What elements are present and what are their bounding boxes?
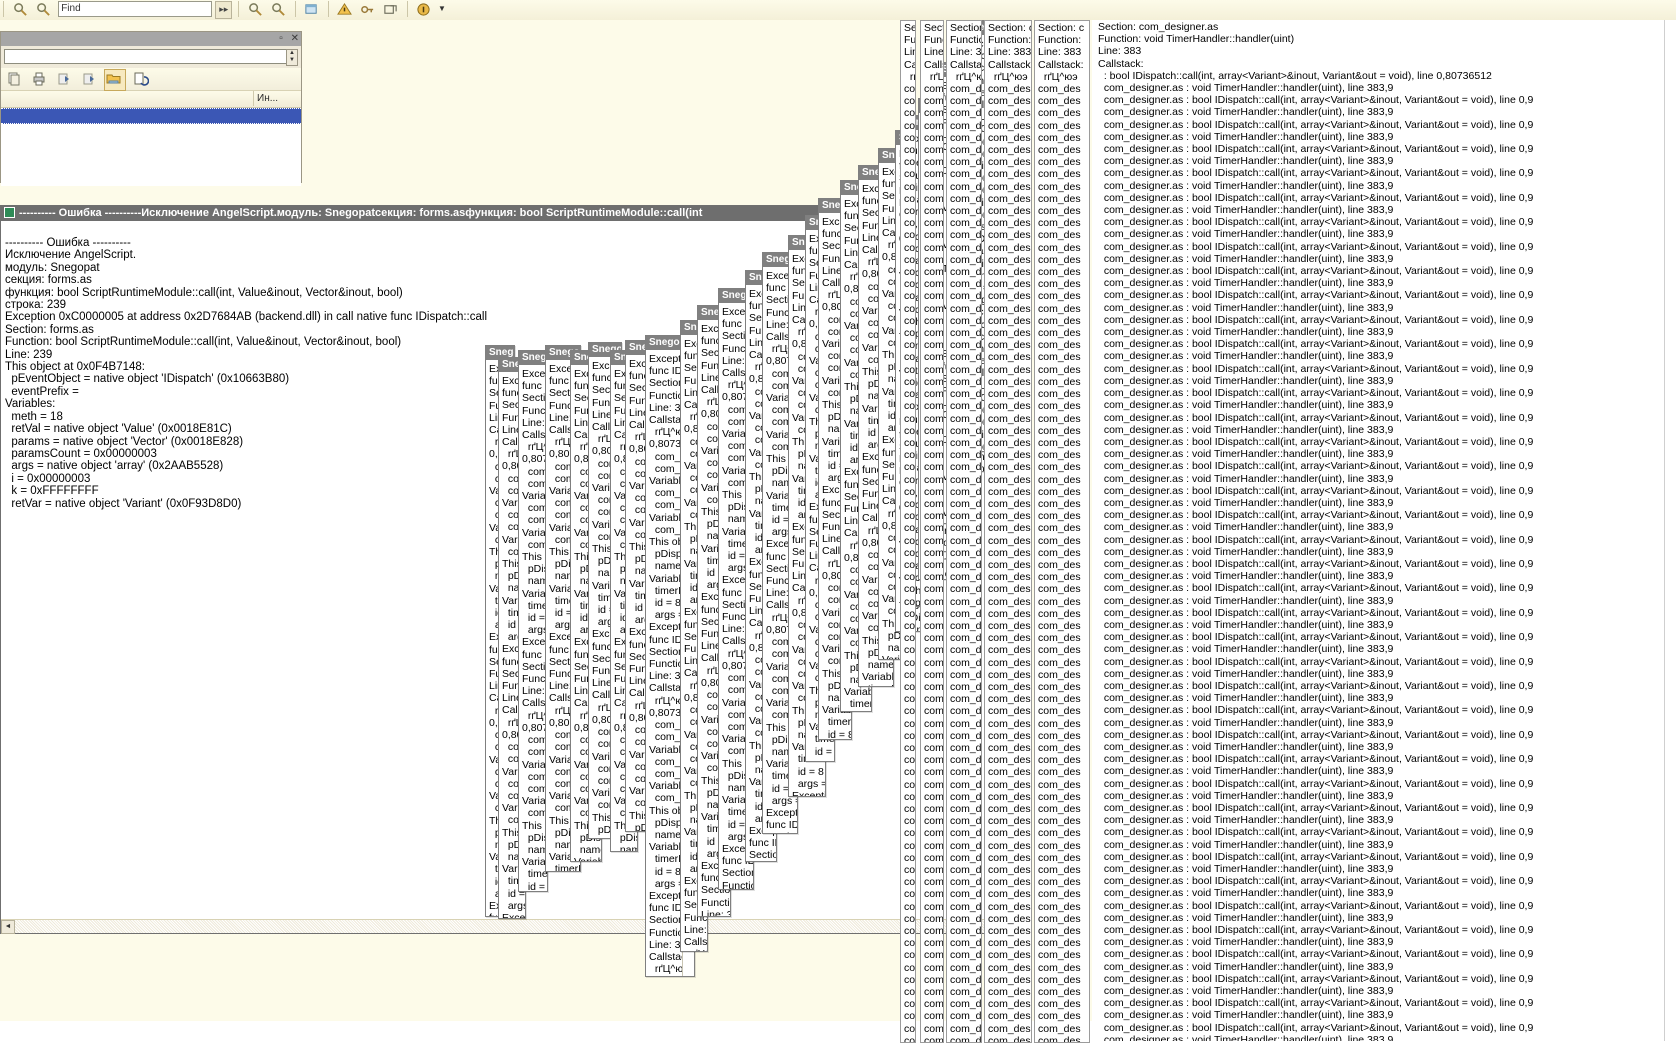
restore-icon[interactable]: ▫ <box>279 33 283 44</box>
toolbar-separator <box>3 1 4 17</box>
column-header-2[interactable]: Ин... <box>254 91 301 106</box>
mdi-titlebar[interactable]: ▫ ✕ <box>1 32 301 46</box>
scroll-left-icon[interactable]: ◄ <box>1 920 15 934</box>
spinner-stepper[interactable]: ▲ ▼ <box>286 49 298 66</box>
info-icon[interactable] <box>415 1 433 18</box>
callstack-pane[interactable]: Section: c Function: Line: 383 Callstack… <box>900 20 916 1043</box>
error-dialog-horizontal-scrollbar[interactable]: ◄ <box>1 919 1029 934</box>
mdi-child-window[interactable]: ▫ ✕ ▲ ▼ Ин... <box>0 31 302 186</box>
callstack-text[interactable]: Section: c Function: Line: 383 Callstack… <box>921 21 943 1042</box>
mdi-toolbar <box>1 68 301 91</box>
snegopat-window-text[interactable]: Exception 0xC0000005 at address 0x2D7684… <box>519 365 547 891</box>
callstack-text[interactable]: Section: c Function: Line: 383 Callstack… <box>1035 21 1089 1042</box>
search-input[interactable]: Find <box>58 1 213 17</box>
find-next-icon[interactable] <box>34 1 52 18</box>
open-external-icon[interactable] <box>382 1 400 18</box>
callstack-text[interactable]: Section: c Function: Line: 383 Callstack… <box>901 21 915 1042</box>
list-selected-row[interactable] <box>1 108 301 124</box>
callstack-text-main[interactable]: Section: com_designer.as Function: void … <box>1092 20 1676 1041</box>
callstack-text[interactable]: Section: c Function: Line: 383 Callstack… <box>947 21 981 1042</box>
callstack-text[interactable]: Section: c Function: Line: 383 Callstack… <box>985 21 1031 1042</box>
callstack-pane[interactable]: Section: c Function: Line: 383 Callstack… <box>1034 20 1090 1043</box>
zoom-in-icon[interactable] <box>269 1 287 18</box>
address-field[interactable] <box>4 49 298 64</box>
find-icon[interactable] <box>11 1 29 18</box>
toolbar-separator <box>406 1 408 17</box>
toolbar-separator <box>238 1 240 17</box>
application-toolbar: Find ▸▸ ▼ <box>0 0 1676 21</box>
print-icon[interactable] <box>29 69 49 89</box>
copy-icon[interactable] <box>4 69 24 89</box>
snegopat-window-title[interactable]: Snegopat <box>519 351 547 365</box>
window-icon[interactable] <box>303 1 321 18</box>
snegopat-error-window[interactable]: SnegopatException 0xC0000005 at address … <box>518 350 548 892</box>
zoom-out-icon[interactable] <box>246 1 264 18</box>
key-icon[interactable] <box>359 1 377 18</box>
callstack-pane[interactable]: Section: c Function: Line: 383 Callstack… <box>920 20 944 1043</box>
export-prev-icon[interactable] <box>54 69 74 89</box>
callstack-pane[interactable]: Section: c Function: Line: 383 Callstack… <box>946 20 982 1043</box>
export-next-icon[interactable] <box>79 69 99 89</box>
toolbar-separator <box>327 1 329 17</box>
search-go-icon[interactable]: ▸▸ <box>215 1 233 19</box>
column-header-1[interactable] <box>1 91 254 106</box>
dropdown-caret-icon[interactable]: ▼ <box>437 1 447 17</box>
refresh-list-icon[interactable] <box>131 69 151 89</box>
error-dialog-title: ---------- Ошибка ----------Исключение A… <box>19 207 703 219</box>
app-icon <box>4 206 15 218</box>
application-workspace: ▫ ✕ ▲ ▼ Ин... Sneg Sneg Exce func Sect F… <box>0 20 1676 1043</box>
toolbar-separator <box>294 1 296 17</box>
folder-icon[interactable] <box>104 69 127 91</box>
list-column-header[interactable]: Ин... <box>1 91 301 108</box>
close-icon[interactable]: ✕ <box>291 33 299 44</box>
callstack-pane-main[interactable]: Section: com_designer.as Function: void … <box>1092 20 1676 1041</box>
callstack-pane[interactable]: Section: c Function: Line: 383 Callstack… <box>984 20 1032 1043</box>
callstack-pane-scrollbar[interactable] <box>1664 20 1676 1041</box>
warning-icon[interactable] <box>336 1 354 18</box>
list-body[interactable] <box>1 124 301 186</box>
